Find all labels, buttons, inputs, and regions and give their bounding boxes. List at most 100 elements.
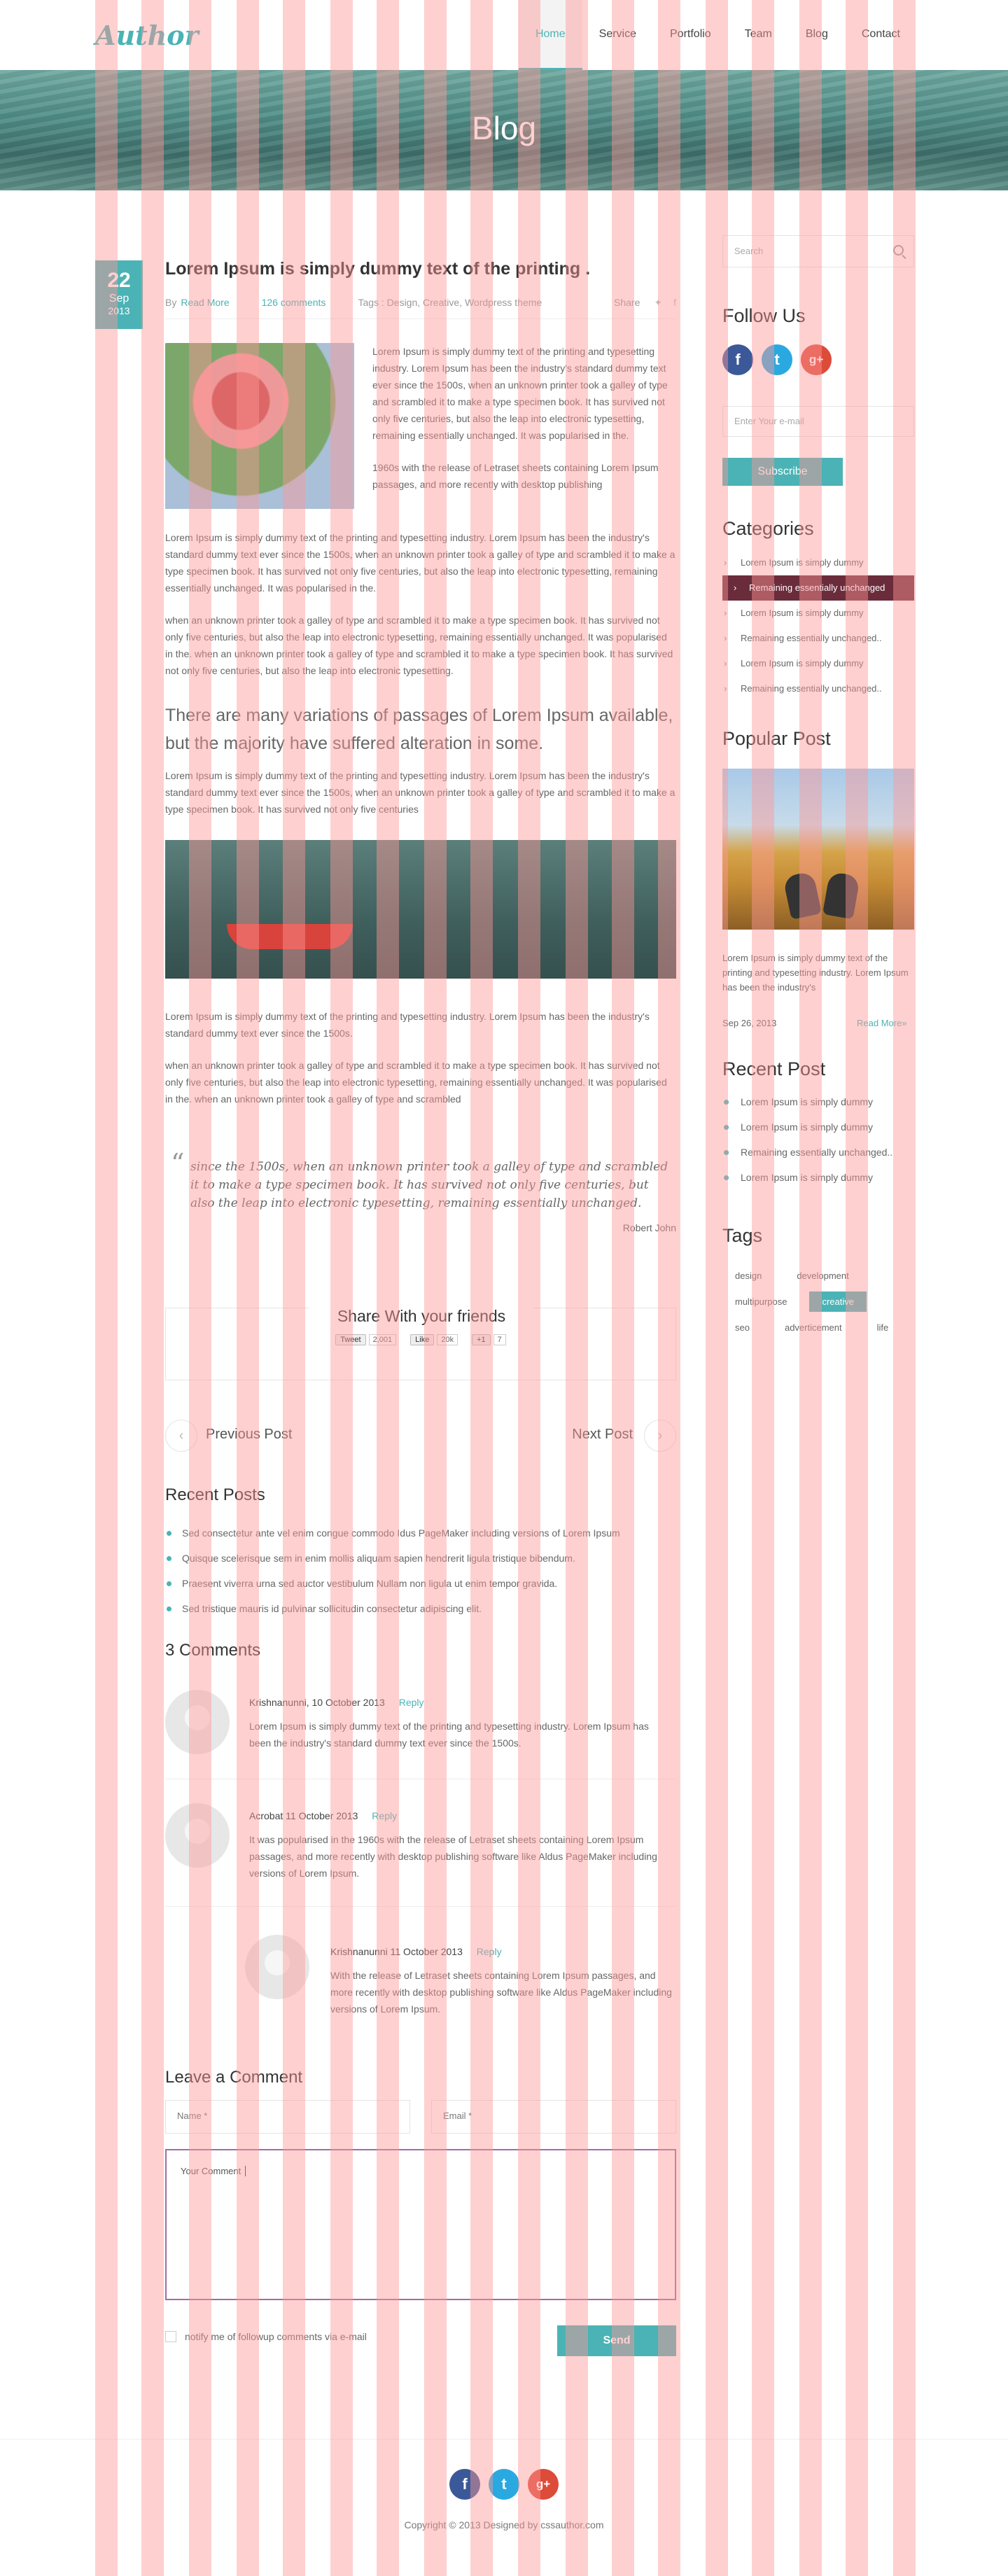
search-placeholder: Search [734,246,764,256]
chevron-left-icon[interactable]: ‹ [165,1420,197,1452]
comment-author: Krishnanunni [330,1946,388,1957]
comment-date: 11 October 2013 [286,1810,358,1821]
category-item[interactable]: Lorem Ipsum is simply dummy [722,651,914,676]
recent-post-item[interactable]: Sed tristique mauris id pulvinar sollici… [165,1596,620,1621]
page-title: Blog [471,110,537,146]
site-logo[interactable]: Author [95,20,199,51]
nav-team[interactable]: Team [728,0,789,70]
tag[interactable]: seo [722,1317,762,1338]
lead-text: There are many variations of passages of… [165,706,673,753]
name-field[interactable]: Name * [165,2100,410,2134]
nav-service[interactable]: Service [582,0,653,70]
category-item-active[interactable]: Remaining essentially unchanged [722,575,914,601]
subscribe-button[interactable]: Subscribe [722,458,843,486]
body-paragraph-2: when an unknown printer took a galley of… [165,615,673,676]
google-plus-icon[interactable]: g+ [801,344,832,375]
recent-posts-list: Sed consectetur ante vel enim congue com… [165,1520,620,1621]
newsletter-email-input[interactable]: Enter Your e-mail [722,406,914,437]
category-item[interactable]: Remaining essentially unchanged.. [722,626,914,651]
tag[interactable]: design [722,1266,774,1286]
tweet-button[interactable]: Tweet 2,001 [335,1334,397,1345]
popular-post-image[interactable] [722,769,914,930]
nav-home[interactable]: Home [518,0,582,70]
facebook-icon[interactable]: f [673,297,676,309]
categories-title: Categories [722,518,814,539]
notify-label: notify me of followup comments via e-mai… [185,2331,367,2342]
category-item[interactable]: Remaining essentially unchanged.. [722,676,914,701]
post-title[interactable]: Lorem Ipsum is simply dummy text of the … [165,259,590,279]
twitter-icon[interactable]: t [762,344,792,375]
body-paragraph-5: when an unknown printer took a galley of… [165,1060,667,1105]
google-plus-icon[interactable]: g+ [528,2469,559,2500]
sidebar-recent-item[interactable]: Lorem Ipsum is simply dummy [722,1165,892,1190]
reply-link[interactable]: Reply [477,1946,502,1957]
tag-cloud: design development multipurpose creative… [722,1266,914,1338]
quote-text: since the 1500s, when an unknown printer… [190,1160,668,1210]
comment-reply-item: Krishnanunni 11 October 2013 Reply With … [165,1907,676,2023]
shoe-left [783,871,822,920]
facebook-icon[interactable]: f [449,2469,480,2500]
twitter-icon[interactable]: ✦ [654,297,662,309]
tag[interactable]: development [784,1266,861,1286]
recent-post-item[interactable]: Quisque scelerisque sem in enim mollis a… [165,1546,620,1571]
avatar [165,1690,230,1754]
next-post-link[interactable]: Next Post [572,1427,633,1443]
comment-item: Krishnanunni, 10 October 2013 Reply Lore… [165,1680,676,1779]
tag[interactable]: adverticement [772,1317,855,1338]
share-title: Share With your friends [309,1307,533,1326]
body-paragraph-4: Lorem Ipsum is simply dummy text of the … [165,1011,650,1039]
reply-link[interactable]: Reply [372,1810,397,1821]
gplus-button[interactable]: +1 7 [472,1334,506,1345]
post-meta: By Read More 126 comments Tags : Design,… [165,297,676,319]
popular-post-date: Sep 26, 2013 [722,1018,777,1028]
nav-portfolio[interactable]: Portfolio [653,0,728,70]
meta-comments-link[interactable]: 126 comments [262,297,326,309]
reply-link[interactable]: Reply [399,1697,424,1708]
meta-author-link[interactable]: Read More [181,297,229,309]
gplus-label[interactable]: +1 [472,1334,491,1345]
nav-blog[interactable]: Blog [789,0,845,70]
tweet-label[interactable]: Tweet [335,1334,366,1345]
recent-post-item[interactable]: Praesent viverra urna sed auctor vestibu… [165,1571,620,1596]
blockquote: “ since the 1500s, when an unknown print… [165,1148,676,1233]
comment-date: 11 October 2013 [390,1946,463,1957]
tag[interactable]: multipurpose [722,1292,799,1312]
like-label[interactable]: Like [410,1334,435,1345]
search-input[interactable]: Search [722,235,914,267]
text-cursor [245,2166,248,2176]
category-item[interactable]: Lorem Ipsum is simply dummy [722,601,914,626]
send-button[interactable]: Send [557,2325,676,2356]
read-more-link[interactable]: Read More» [857,1015,907,1032]
tag-active[interactable]: creative [809,1292,867,1312]
avatar [245,1935,309,1999]
hero-banner: Blog [0,70,1008,190]
sidebar-recent-item[interactable]: Lorem Ipsum is simply dummy [722,1114,892,1140]
email-field[interactable]: Email * [431,2100,676,2134]
chevron-right-icon[interactable]: › [644,1420,676,1452]
sidebar-recent-item[interactable]: Lorem Ipsum is simply dummy [722,1089,892,1114]
post-date-badge: 22 Sep 2013 [95,260,143,329]
comment-textarea[interactable]: Your Comment [165,2149,676,2300]
sidebar-recent-item[interactable]: Remaining essentially unchanged.. [722,1140,892,1165]
post-image-flowers [165,343,354,509]
facebook-icon[interactable]: f [722,344,753,375]
nav-contact[interactable]: Contact [845,0,917,70]
comment-text: Lorem Ipsum is simply dummy text of the … [249,1721,649,1749]
popular-post-title: Popular Post [722,728,831,749]
recent-post-item[interactable]: Sed consectetur ante vel enim congue com… [165,1520,620,1546]
share-buttons: Tweet 2,001 Like 20k +1 7 [166,1334,676,1345]
notify-checkbox[interactable] [165,2331,176,2342]
shoe-right [822,871,861,920]
intro-paragraph-2: 1960s with the release of Letraset sheet… [372,462,659,490]
tag[interactable]: life [864,1317,902,1338]
like-button[interactable]: Like 20k [410,1334,458,1345]
popular-post-text: Lorem Ipsum is simply dummy text of the … [722,953,909,993]
boat-hull [227,924,353,949]
avatar [165,1803,230,1868]
share-box: Share With your friends Tweet 2,001 Like 2… [165,1307,676,1380]
category-item[interactable]: Lorem Ipsum is simply dummy [722,550,914,575]
twitter-icon[interactable]: t [489,2469,519,2500]
search-icon[interactable] [893,245,904,255]
meta-tags: Tags : Design, Creative, Wordpress theme [358,297,542,308]
previous-post-link[interactable]: Previous Post [206,1427,292,1443]
